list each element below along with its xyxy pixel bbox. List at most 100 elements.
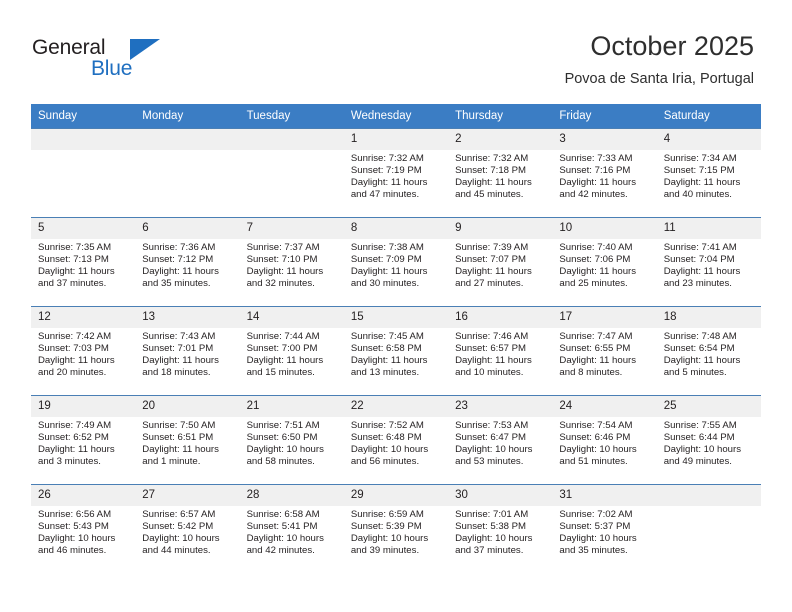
calendar-day-cell[interactable]: 22 Sunrise: 7:52 AM Sunset: 6:48 PM Dayligh… — [343, 395, 449, 485]
sunset-text: Sunset: 5:37 PM — [559, 521, 631, 533]
sunset-text: Sunset: 5:39 PM — [350, 521, 422, 533]
day-details: Sunrise: 7:44 AM Sunset: 7:00 PM Daylight:… — [240, 328, 344, 379]
sunset-text: Sunset: 6:58 PM — [350, 343, 422, 355]
calendar-day-cell[interactable]: 10 Sunrise: 7:40 AM Sunset: 7:06 PM Dayligh… — [552, 217, 657, 307]
daylight-text-line2: and 25 minutes. — [559, 278, 628, 290]
sunrise-text: Sunrise: 7:35 AM — [38, 242, 112, 253]
calendar-day-cell[interactable]: 24 Sunrise: 7:54 AM Sunset: 6:46 PM Dayligh… — [552, 395, 657, 485]
calendar-day-cell[interactable]: 21 Sunrise: 7:51 AM Sunset: 6:50 PM Dayligh… — [239, 395, 344, 485]
daylight-text-line1: Daylight: 11 hours — [246, 266, 324, 278]
day-number: 23 — [448, 396, 553, 417]
calendar-day-cell[interactable]: 27 Sunrise: 6:57 AM Sunset: 5:42 PM Dayligh… — [135, 484, 240, 574]
calendar-day-cell[interactable]: 29 Sunrise: 6:59 AM Sunset: 5:39 PM Dayligh… — [343, 484, 449, 574]
calendar-week-row: 12 Sunrise: 7:42 AM Sunset: 7:03 PM Dayligh… — [31, 306, 761, 396]
daylight-text-line1: Daylight: 11 hours — [142, 355, 219, 367]
day-details: Sunrise: 7:46 AM Sunset: 6:57 PM Daylight:… — [448, 328, 552, 379]
calendar-day-cell[interactable]: 14 Sunrise: 7:44 AM Sunset: 7:00 PM Dayligh… — [239, 306, 344, 396]
day-details: Sunrise: 7:36 AM Sunset: 7:12 PM Daylight:… — [135, 239, 239, 290]
calendar-day-cell[interactable]: 26 Sunrise: 6:56 AM Sunset: 5:43 PM Dayligh… — [31, 484, 136, 574]
day-details: Sunrise: 7:01 AM Sunset: 5:38 PM Daylight:… — [448, 506, 552, 557]
calendar-day-cell[interactable]: 11 Sunrise: 7:41 AM Sunset: 7:04 PM Dayligh… — [656, 217, 761, 307]
sunrise-text: Sunrise: 7:32 AM — [350, 153, 424, 164]
day-details: Sunrise: 7:32 AM Sunset: 7:19 PM Daylight:… — [344, 150, 448, 201]
day-number: 24 — [552, 396, 657, 417]
daylight-text-line1: Daylight: 10 hours — [559, 533, 637, 545]
daylight-text-line1: Daylight: 10 hours — [350, 444, 429, 456]
sunset-text: Sunset: 7:01 PM — [142, 343, 214, 355]
calendar-week-row: 5 Sunrise: 7:35 AM Sunset: 7:13 PM Daylight… — [31, 217, 761, 307]
calendar-day-cell[interactable]: 5 Sunrise: 7:35 AM Sunset: 7:13 PM Daylight… — [31, 217, 136, 307]
sunrise-text: Sunrise: 7:36 AM — [142, 242, 216, 253]
calendar-week-row: 1 Sunrise: 7:32 AM Sunset: 7:19 PM Daylight… — [31, 128, 761, 218]
daylight-text-line2: and 13 minutes. — [350, 367, 420, 379]
calendar-body: 1 Sunrise: 7:32 AM Sunset: 7:19 PM Daylight… — [31, 128, 761, 574]
calendar-day-cell[interactable]: 12 Sunrise: 7:42 AM Sunset: 7:03 PM Dayligh… — [31, 306, 136, 396]
sunset-text: Sunset: 7:19 PM — [350, 165, 422, 177]
calendar-week-row: 26 Sunrise: 6:56 AM Sunset: 5:43 PM Dayligh… — [31, 484, 761, 574]
daylight-text-line2: and 53 minutes. — [455, 456, 524, 468]
calendar-day-cell[interactable]: 18 Sunrise: 7:48 AM Sunset: 6:54 PM Dayligh… — [656, 306, 761, 396]
day-number: 19 — [31, 396, 136, 417]
day-number: 13 — [135, 307, 240, 328]
calendar-day-cell[interactable]: 9 Sunrise: 7:39 AM Sunset: 7:07 PM Daylight… — [448, 217, 553, 307]
daylight-text-line1: Daylight: 11 hours — [142, 266, 219, 278]
day-number: 26 — [31, 485, 136, 506]
day-number: 1 — [343, 129, 449, 150]
daylight-text-line2: and 35 minutes. — [142, 278, 211, 290]
calendar-day-cell[interactable]: 13 Sunrise: 7:43 AM Sunset: 7:01 PM Dayligh… — [135, 306, 240, 396]
calendar-day-cell[interactable]: 7 Sunrise: 7:37 AM Sunset: 7:10 PM Daylight… — [239, 217, 344, 307]
sunset-text: Sunset: 6:51 PM — [142, 432, 214, 444]
day-number: 5 — [31, 218, 136, 239]
calendar-cell-empty — [239, 128, 344, 218]
daylight-text-line1: Daylight: 10 hours — [663, 444, 742, 456]
day-details: Sunrise: 7:45 AM Sunset: 6:58 PM Daylight:… — [344, 328, 448, 379]
day-details: Sunrise: 7:40 AM Sunset: 7:06 PM Daylight:… — [552, 239, 656, 290]
calendar-day-cell[interactable]: 28 Sunrise: 6:58 AM Sunset: 5:41 PM Dayligh… — [239, 484, 344, 574]
weekday-header-wednesday: Wednesday — [343, 104, 449, 129]
sunset-text: Sunset: 7:04 PM — [663, 254, 735, 266]
calendar-day-cell[interactable]: 6 Sunrise: 7:36 AM Sunset: 7:12 PM Daylight… — [135, 217, 240, 307]
day-number: 28 — [239, 485, 344, 506]
calendar-day-cell[interactable]: 8 Sunrise: 7:38 AM Sunset: 7:09 PM Daylight… — [343, 217, 449, 307]
daylight-text-line1: Daylight: 11 hours — [559, 266, 637, 278]
day-details: Sunrise: 7:37 AM Sunset: 7:10 PM Daylight:… — [240, 239, 344, 290]
calendar-day-cell[interactable]: 31 Sunrise: 7:02 AM Sunset: 5:37 PM Dayligh… — [552, 484, 657, 574]
sunrise-text: Sunrise: 7:38 AM — [350, 242, 424, 253]
day-number: 31 — [552, 485, 657, 506]
daylight-text-line2: and 5 minutes. — [663, 367, 727, 379]
day-details: Sunrise: 6:58 AM Sunset: 5:41 PM Daylight:… — [240, 506, 344, 557]
calendar-day-cell[interactable]: 30 Sunrise: 7:01 AM Sunset: 5:38 PM Dayligh… — [448, 484, 553, 574]
logo-triangle-icon — [130, 39, 160, 60]
calendar-day-cell[interactable]: 3 Sunrise: 7:33 AM Sunset: 7:16 PM Daylight… — [552, 128, 657, 218]
sunrise-text: Sunrise: 6:58 AM — [246, 509, 320, 520]
calendar-day-cell[interactable]: 20 Sunrise: 7:50 AM Sunset: 6:51 PM Dayligh… — [135, 395, 240, 485]
day-number: 10 — [552, 218, 657, 239]
day-details: Sunrise: 6:57 AM Sunset: 5:42 PM Daylight:… — [135, 506, 239, 557]
calendar-day-cell[interactable]: 25 Sunrise: 7:55 AM Sunset: 6:44 PM Dayligh… — [656, 395, 761, 485]
daylight-text-line2: and 47 minutes. — [350, 189, 420, 201]
calendar-day-cell[interactable]: 19 Sunrise: 7:49 AM Sunset: 6:52 PM Dayligh… — [31, 395, 136, 485]
sunrise-text: Sunrise: 7:33 AM — [559, 153, 633, 164]
logo-text-blue: Blue — [91, 57, 133, 80]
sunset-text: Sunset: 6:57 PM — [455, 343, 527, 355]
weekday-header-sunday: Sunday — [31, 104, 136, 129]
weekday-header-tuesday: Tuesday — [239, 104, 344, 129]
calendar-day-cell[interactable]: 1 Sunrise: 7:32 AM Sunset: 7:19 PM Daylight… — [343, 128, 449, 218]
calendar-cell-empty — [31, 128, 136, 218]
daylight-text-line1: Daylight: 11 hours — [350, 177, 428, 189]
daylight-text-line1: Daylight: 10 hours — [455, 533, 533, 545]
sunset-text: Sunset: 6:44 PM — [663, 432, 735, 444]
day-details: Sunrise: 7:43 AM Sunset: 7:01 PM Daylight:… — [135, 328, 239, 379]
calendar-day-cell[interactable]: 2 Sunrise: 7:32 AM Sunset: 7:18 PM Daylight… — [448, 128, 553, 218]
sunset-text: Sunset: 6:48 PM — [350, 432, 422, 444]
calendar-day-cell[interactable]: 4 Sunrise: 7:34 AM Sunset: 7:15 PM Daylight… — [656, 128, 761, 218]
sunrise-text: Sunrise: 7:51 AM — [246, 420, 320, 431]
calendar-day-cell[interactable]: 15 Sunrise: 7:45 AM Sunset: 6:58 PM Dayligh… — [343, 306, 449, 396]
calendar-day-cell[interactable]: 16 Sunrise: 7:46 AM Sunset: 6:57 PM Dayligh… — [448, 306, 553, 396]
calendar-day-cell[interactable]: 17 Sunrise: 7:47 AM Sunset: 6:55 PM Dayligh… — [552, 306, 657, 396]
day-number: 17 — [552, 307, 657, 328]
day-details: Sunrise: 7:50 AM Sunset: 6:51 PM Daylight:… — [135, 417, 239, 468]
calendar-day-cell[interactable]: 23 Sunrise: 7:53 AM Sunset: 6:47 PM Dayligh… — [448, 395, 553, 485]
daylight-text-line1: Daylight: 11 hours — [663, 266, 741, 278]
weekday-header-saturday: Saturday — [656, 104, 761, 129]
